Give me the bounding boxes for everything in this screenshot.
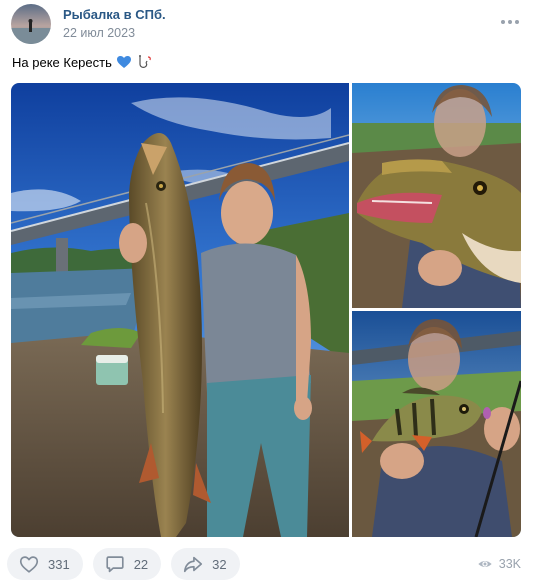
eye-icon (478, 561, 492, 567)
group-name-link[interactable]: Рыбалка в СПб. (63, 7, 166, 22)
photo-woman-with-pike[interactable] (11, 83, 349, 537)
more-dots-icon[interactable] (496, 12, 524, 32)
views-counter: 33K (477, 556, 521, 572)
views-count: 33K (498, 557, 521, 571)
group-avatar[interactable] (11, 4, 51, 44)
comment-icon (106, 556, 124, 573)
post-actions: 331 22 32 (7, 548, 240, 580)
share-arrow-icon (184, 556, 203, 573)
post-card: Рыбалка в СПб. 22 июл 2023 На реке Керес… (0, 0, 533, 582)
post-text-content: На реке Кересть (12, 54, 112, 70)
fishing-hook-emoji-icon (138, 55, 151, 68)
like-count: 331 (48, 556, 70, 572)
like-button[interactable]: 331 (7, 548, 83, 580)
photo-perch-in-hand[interactable] (352, 311, 521, 537)
photo-pike-head-closeup[interactable] (352, 83, 521, 308)
comment-count: 22 (133, 556, 149, 572)
post-date[interactable]: 22 июл 2023 (63, 26, 135, 40)
heart-icon (19, 556, 39, 573)
post-text: На реке Кересть (12, 54, 152, 70)
comment-button[interactable]: 22 (92, 548, 162, 580)
blue-heart-emoji-icon (116, 56, 131, 68)
share-button[interactable]: 32 (171, 548, 240, 580)
share-count: 32 (212, 556, 227, 572)
